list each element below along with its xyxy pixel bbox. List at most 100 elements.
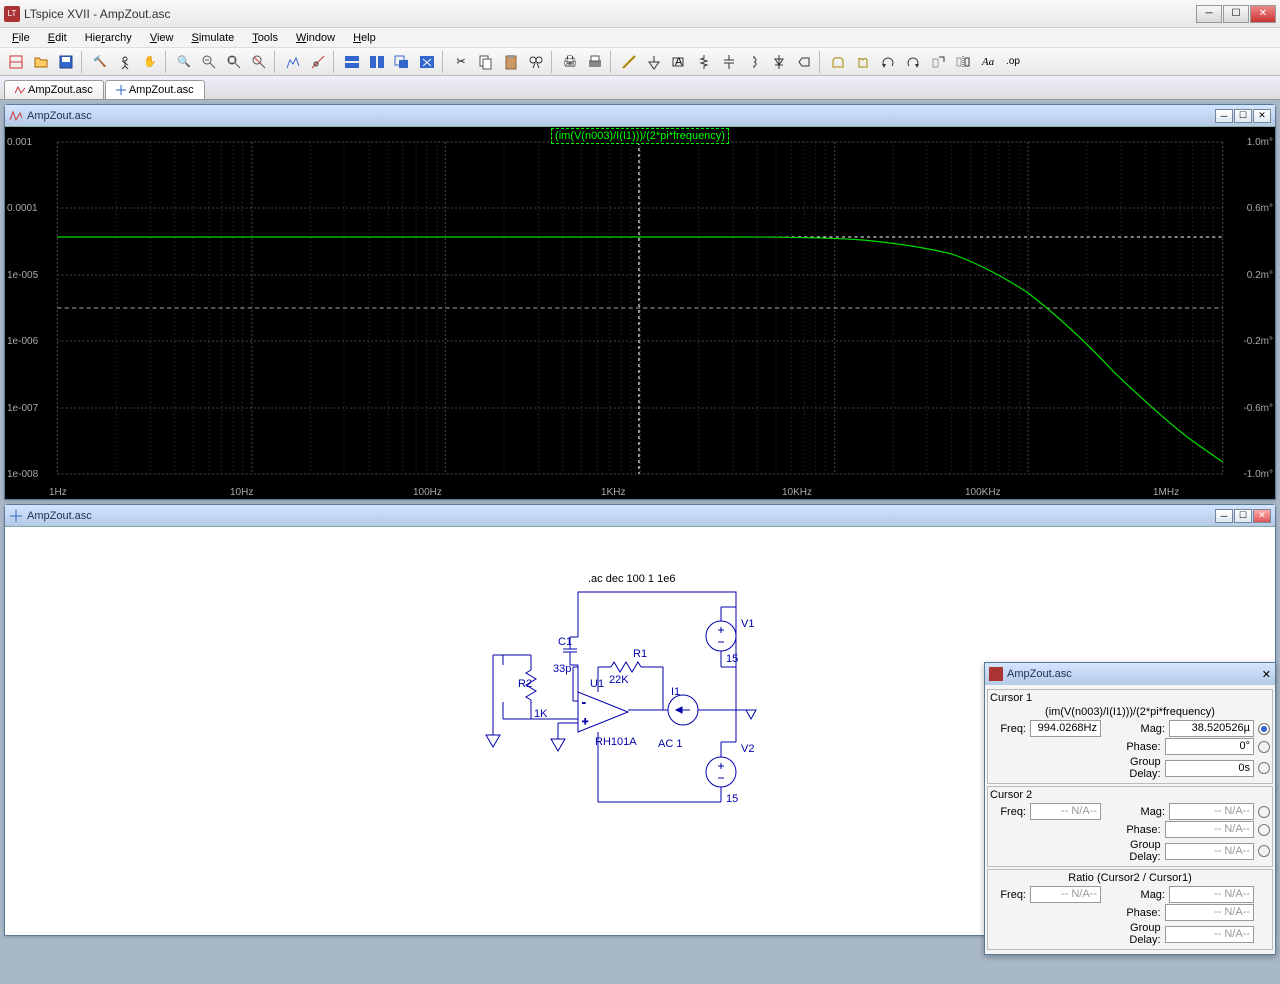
undo-icon[interactable] — [876, 51, 900, 73]
cursor2-groupdelay[interactable]: -- N/A-- — [1165, 843, 1254, 860]
cursor1-mag-radio[interactable] — [1258, 723, 1270, 735]
run-icon[interactable] — [113, 51, 137, 73]
cut-icon[interactable]: ✂ — [449, 51, 473, 73]
minimize-button[interactable]: ─ — [1196, 5, 1222, 23]
label-net-icon[interactable]: A — [667, 51, 691, 73]
resistor-icon[interactable] — [692, 51, 716, 73]
y-left-tick: 0.001 — [7, 137, 32, 148]
menu-simulate[interactable]: Simulate — [183, 30, 242, 46]
schem-minimize-button[interactable]: ─ — [1215, 509, 1233, 523]
open-icon[interactable] — [29, 51, 53, 73]
plot-area[interactable]: (im(V(n003)/I(I1)))/(2*pi*frequency) — [5, 127, 1275, 499]
cursor2-freq[interactable]: -- N/A-- — [1030, 803, 1101, 820]
cursor2-mag[interactable]: -- N/A-- — [1169, 803, 1254, 820]
pan-icon[interactable]: ✋ — [138, 51, 162, 73]
cascade-icon[interactable] — [390, 51, 414, 73]
cursor2-label: Cursor 2 — [990, 789, 1270, 801]
tile-vert-icon[interactable] — [365, 51, 389, 73]
move-icon[interactable] — [826, 51, 850, 73]
print-setup-icon[interactable] — [583, 51, 607, 73]
paste-icon[interactable] — [499, 51, 523, 73]
ratio-groupdelay[interactable]: -- N/A-- — [1165, 926, 1254, 943]
x-tick: 10Hz — [230, 487, 253, 498]
toolbar: 🔨 ✋ 🔍 ✂ 🖨 A Aa .op — [0, 48, 1280, 76]
menu-window[interactable]: Window — [288, 30, 343, 46]
redo-icon[interactable] — [901, 51, 925, 73]
tile-horiz-icon[interactable] — [340, 51, 364, 73]
menu-file[interactable]: File — [4, 30, 38, 46]
svg-text:R2: R2 — [518, 678, 532, 690]
cursor1-groupdelay[interactable]: 0s — [1165, 760, 1254, 777]
waveform-icon — [9, 109, 23, 123]
y-left-tick: 1e-005 — [7, 270, 38, 281]
diode-icon[interactable] — [767, 51, 791, 73]
zoom-in-icon[interactable]: 🔍 — [172, 51, 196, 73]
svg-text:.ac dec 100 1 1e6: .ac dec 100 1 1e6 — [588, 573, 675, 585]
y-left-tick: 1e-008 — [7, 469, 38, 480]
cursor1-gd-radio[interactable] — [1258, 762, 1270, 774]
save-icon[interactable] — [54, 51, 78, 73]
close-button[interactable]: ✕ — [1250, 5, 1276, 23]
new-schematic-icon[interactable] — [4, 51, 28, 73]
plot-maximize-button[interactable]: ☐ — [1234, 109, 1252, 123]
schematic-window-titlebar[interactable]: AmpZout.asc ─ ☐ ✕ — [5, 505, 1275, 527]
plot-close-button[interactable]: ✕ — [1253, 109, 1271, 123]
svg-text:22K: 22K — [609, 674, 629, 686]
y-right-tick: -1.0m° — [1243, 469, 1273, 480]
mirror-icon[interactable] — [951, 51, 975, 73]
cursor1-phase[interactable]: 0° — [1165, 738, 1254, 755]
drag-icon[interactable] — [851, 51, 875, 73]
inductor-icon[interactable] — [742, 51, 766, 73]
copy-icon[interactable] — [474, 51, 498, 73]
capacitor-icon[interactable] — [717, 51, 741, 73]
tab-schematic[interactable]: AmpZout.asc — [105, 80, 205, 99]
menu-tools[interactable]: Tools — [244, 30, 286, 46]
component-icon[interactable] — [792, 51, 816, 73]
menu-view[interactable]: View — [142, 30, 182, 46]
ratio-phase[interactable]: -- N/A-- — [1165, 904, 1254, 921]
menu-edit[interactable]: Edit — [40, 30, 75, 46]
cursor1-phase-radio[interactable] — [1258, 741, 1270, 753]
find-icon[interactable] — [524, 51, 548, 73]
text-icon[interactable]: Aa — [976, 51, 1000, 73]
cursor2-phase-radio[interactable] — [1258, 824, 1270, 836]
draw-wire-icon[interactable] — [617, 51, 641, 73]
cursor1-group: Cursor 1 (im(V(n003)/I(I1)))/(2*pi*frequ… — [987, 689, 1273, 784]
menu-hierarchy[interactable]: Hierarchy — [77, 30, 140, 46]
schem-close-button[interactable]: ✕ — [1253, 509, 1271, 523]
schem-maximize-button[interactable]: ☐ — [1234, 509, 1252, 523]
hammer-icon[interactable]: 🔨 — [88, 51, 112, 73]
settings-icon[interactable] — [306, 51, 330, 73]
menu-help[interactable]: Help — [345, 30, 384, 46]
close-window-icon[interactable] — [415, 51, 439, 73]
zoom-fit-icon[interactable] — [247, 51, 271, 73]
x-tick: 100KHz — [965, 487, 1001, 498]
cursor2-mag-radio[interactable] — [1258, 806, 1270, 818]
mag-label: Mag: — [1103, 806, 1167, 818]
rotate-icon[interactable] — [926, 51, 950, 73]
autorange-icon[interactable] — [281, 51, 305, 73]
cursor1-freq[interactable]: 994.0268Hz — [1030, 720, 1101, 737]
maximize-button[interactable]: ☐ — [1223, 5, 1249, 23]
groupdelay-label: Group Delay: — [1099, 922, 1163, 946]
svg-text:U1: U1 — [590, 678, 604, 690]
cursor2-phase[interactable]: -- N/A-- — [1165, 821, 1254, 838]
zoom-area-icon[interactable] — [222, 51, 246, 73]
tab-plot[interactable]: AmpZout.asc — [4, 80, 104, 99]
spice-directive-icon[interactable]: .op — [1001, 51, 1025, 73]
ratio-freq[interactable]: -- N/A-- — [1030, 886, 1101, 903]
zoom-out-icon[interactable] — [197, 51, 221, 73]
ground-icon[interactable] — [642, 51, 666, 73]
cursor2-gd-radio[interactable] — [1258, 845, 1270, 857]
ratio-mag[interactable]: -- N/A-- — [1169, 886, 1254, 903]
cursor-window-titlebar[interactable]: AmpZout.asc ✕ — [985, 663, 1275, 685]
cursor-window[interactable]: AmpZout.asc ✕ Cursor 1 (im(V(n003)/I(I1)… — [984, 662, 1276, 955]
cursor-close-button[interactable]: ✕ — [1262, 668, 1271, 681]
print-icon[interactable]: 🖨 — [558, 51, 582, 73]
plot-window-titlebar[interactable]: AmpZout.asc ─ ☐ ✕ — [5, 105, 1275, 127]
plot-expression[interactable]: (im(V(n003)/I(I1)))/(2*pi*frequency) — [551, 128, 729, 144]
plot-canvas — [5, 127, 1275, 499]
menubar: File Edit Hierarchy View Simulate Tools … — [0, 28, 1280, 48]
plot-minimize-button[interactable]: ─ — [1215, 109, 1233, 123]
cursor1-mag[interactable]: 38.520526µ — [1169, 720, 1254, 737]
